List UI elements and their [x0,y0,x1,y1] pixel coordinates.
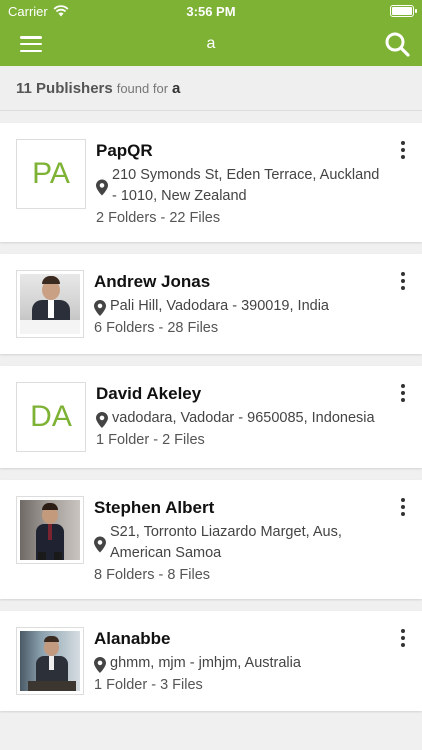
status-bar: Carrier 3:56 PM [0,0,422,22]
hamburger-icon[interactable] [20,36,42,52]
location-pin-icon [94,657,106,673]
publisher-name[interactable]: PapQR [96,141,382,161]
publisher-name[interactable]: David Akeley [96,384,382,404]
publisher-address: Pali Hill, Vadodara - 390019, India [110,298,329,314]
publisher-name[interactable]: Stephen Albert [94,498,382,518]
battery-icon [390,5,417,17]
publisher-address: 210 Symonds St, Eden Terrace, Auckland -… [112,167,380,204]
more-options-icon[interactable] [400,498,406,516]
results-query: a [172,79,181,97]
publisher-address: ghmm, mjm - jmhjm, Australia [110,655,301,671]
publisher-initials-avatar: DA [16,382,86,452]
publisher-card[interactable]: Andrew Jonas Pali Hill, Vadodara - 39001… [0,254,422,354]
publisher-photo-avatar [16,270,84,338]
wifi-icon [53,5,69,17]
publisher-card[interactable]: PA PapQR 210 Symonds St, Eden Terrace, A… [0,123,422,242]
publisher-list: PA PapQR 210 Symonds St, Eden Terrace, A… [0,111,422,711]
publisher-name[interactable]: Andrew Jonas [94,272,382,292]
results-summary: 11 Publishers found for a [0,66,422,111]
app-header: Carrier 3:56 PM a [0,0,422,66]
results-found-for: found for [116,80,169,96]
results-count: 11 Publishers [16,79,113,97]
location-pin-icon [96,179,108,196]
publisher-card[interactable]: Alanabbe ghmm, mjm - jmhjm, Australia 1 … [0,611,422,711]
location-pin-icon [96,412,108,428]
carrier-label: Carrier [8,3,48,19]
more-options-icon[interactable] [400,384,406,402]
publisher-photo-avatar [16,627,84,695]
avatar-initials: DA [30,400,72,433]
publisher-folder-count: 1 Folder - 3 Files [94,677,203,693]
more-options-icon[interactable] [400,629,406,647]
publisher-name[interactable]: Alanabbe [94,629,382,649]
search-icon[interactable] [384,31,410,57]
avatar-initials: PA [32,157,70,190]
publisher-folder-count: 2 Folders - 22 Files [96,210,221,226]
more-options-icon[interactable] [400,141,406,159]
publisher-photo-avatar [16,496,84,564]
location-pin-icon [94,536,106,553]
publisher-initials-avatar: PA [16,139,86,209]
publisher-folder-count: 8 Folders - 8 Files [94,567,211,583]
publisher-folder-count: 6 Folders - 28 Files [94,320,219,336]
publisher-card[interactable]: Stephen Albert S21, Torronto Liazardo Ma… [0,480,422,599]
publisher-address: vadodara, Vadodar - 9650085, Indonesia [112,410,375,426]
publisher-folder-count: 1 Folder - 2 Files [96,432,205,448]
more-options-icon[interactable] [400,272,406,290]
publisher-card[interactable]: DA David Akeley vadodara, Vadodar - 9650… [0,366,422,468]
location-pin-icon [94,300,106,316]
publisher-address: S21, Torronto Liazardo Marget, Aus, Amer… [110,524,342,561]
